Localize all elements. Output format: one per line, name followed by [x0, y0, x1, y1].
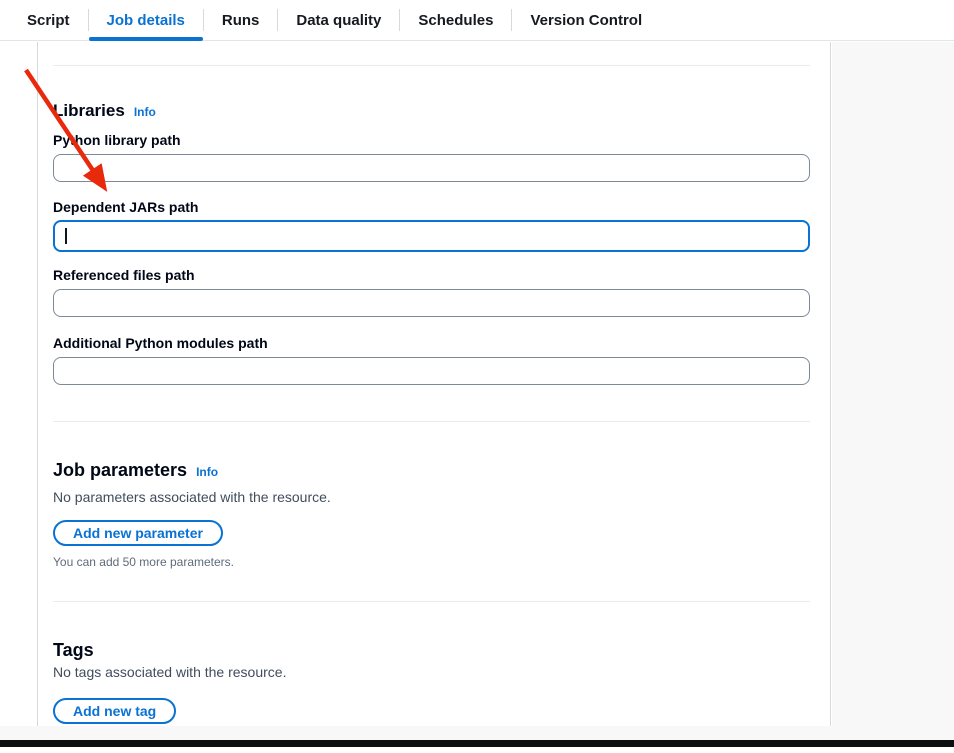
libraries-section-heading: Libraries Info [53, 100, 810, 123]
additional-python-modules-path-input[interactable] [53, 357, 810, 385]
tab-job-details[interactable]: Job details [89, 0, 203, 40]
tab-job-details-label: Job details [107, 12, 185, 29]
window-bottom-edge [0, 740, 954, 747]
job-parameters-empty-text: No parameters associated with the resour… [53, 487, 810, 507]
referenced-files-path-input[interactable] [53, 289, 810, 317]
additional-python-modules-path-label: Additional Python modules path [53, 334, 810, 352]
tab-runs[interactable]: Runs [204, 0, 278, 40]
referenced-files-path-label: Referenced files path [53, 266, 810, 284]
tab-runs-label: Runs [222, 12, 260, 29]
python-library-path-label: Python library path [53, 131, 810, 149]
tab-script-label: Script [27, 12, 70, 29]
tab-schedules-label: Schedules [418, 12, 493, 29]
python-library-path-field [53, 154, 810, 182]
tab-bar: Script Job details Runs Data quality Sch… [0, 0, 954, 41]
referenced-files-path-field [53, 289, 810, 317]
job-parameters-title: Job parameters [53, 458, 187, 482]
tab-version-control[interactable]: Version Control [512, 0, 660, 40]
libraries-info-link[interactable]: Info [134, 101, 156, 123]
dependent-jars-path-label: Dependent JARs path [53, 198, 810, 216]
page-background-bottom [0, 726, 954, 740]
job-details-panel: Libraries Info Python library path Depen… [37, 42, 831, 726]
dependent-jars-path-input[interactable] [53, 220, 810, 252]
text-cursor [65, 228, 67, 244]
tags-title: Tags [53, 638, 94, 662]
tab-data-quality[interactable]: Data quality [278, 0, 399, 40]
divider [53, 65, 810, 66]
job-parameters-info-link[interactable]: Info [196, 460, 218, 484]
python-library-path-input[interactable] [53, 154, 810, 182]
tags-section-heading: Tags [53, 638, 810, 662]
additional-python-modules-path-field [53, 357, 810, 385]
job-parameters-hint-text: You can add 50 more parameters. [53, 554, 810, 570]
tab-version-control-label: Version Control [530, 12, 642, 29]
tab-data-quality-label: Data quality [296, 12, 381, 29]
divider [53, 421, 810, 422]
glue-job-details-page: Script Job details Runs Data quality Sch… [0, 0, 954, 753]
tags-empty-text: No tags associated with the resource. [53, 662, 810, 682]
job-parameters-section-heading: Job parameters Info [53, 458, 810, 484]
page-background-right [832, 42, 954, 726]
tab-schedules[interactable]: Schedules [400, 0, 511, 40]
divider [53, 601, 810, 602]
add-new-parameter-button[interactable]: Add new parameter [53, 520, 223, 546]
libraries-title: Libraries [53, 100, 125, 122]
tab-script[interactable]: Script [9, 0, 88, 40]
dependent-jars-path-field [53, 220, 810, 252]
add-new-tag-button[interactable]: Add new tag [53, 698, 176, 724]
